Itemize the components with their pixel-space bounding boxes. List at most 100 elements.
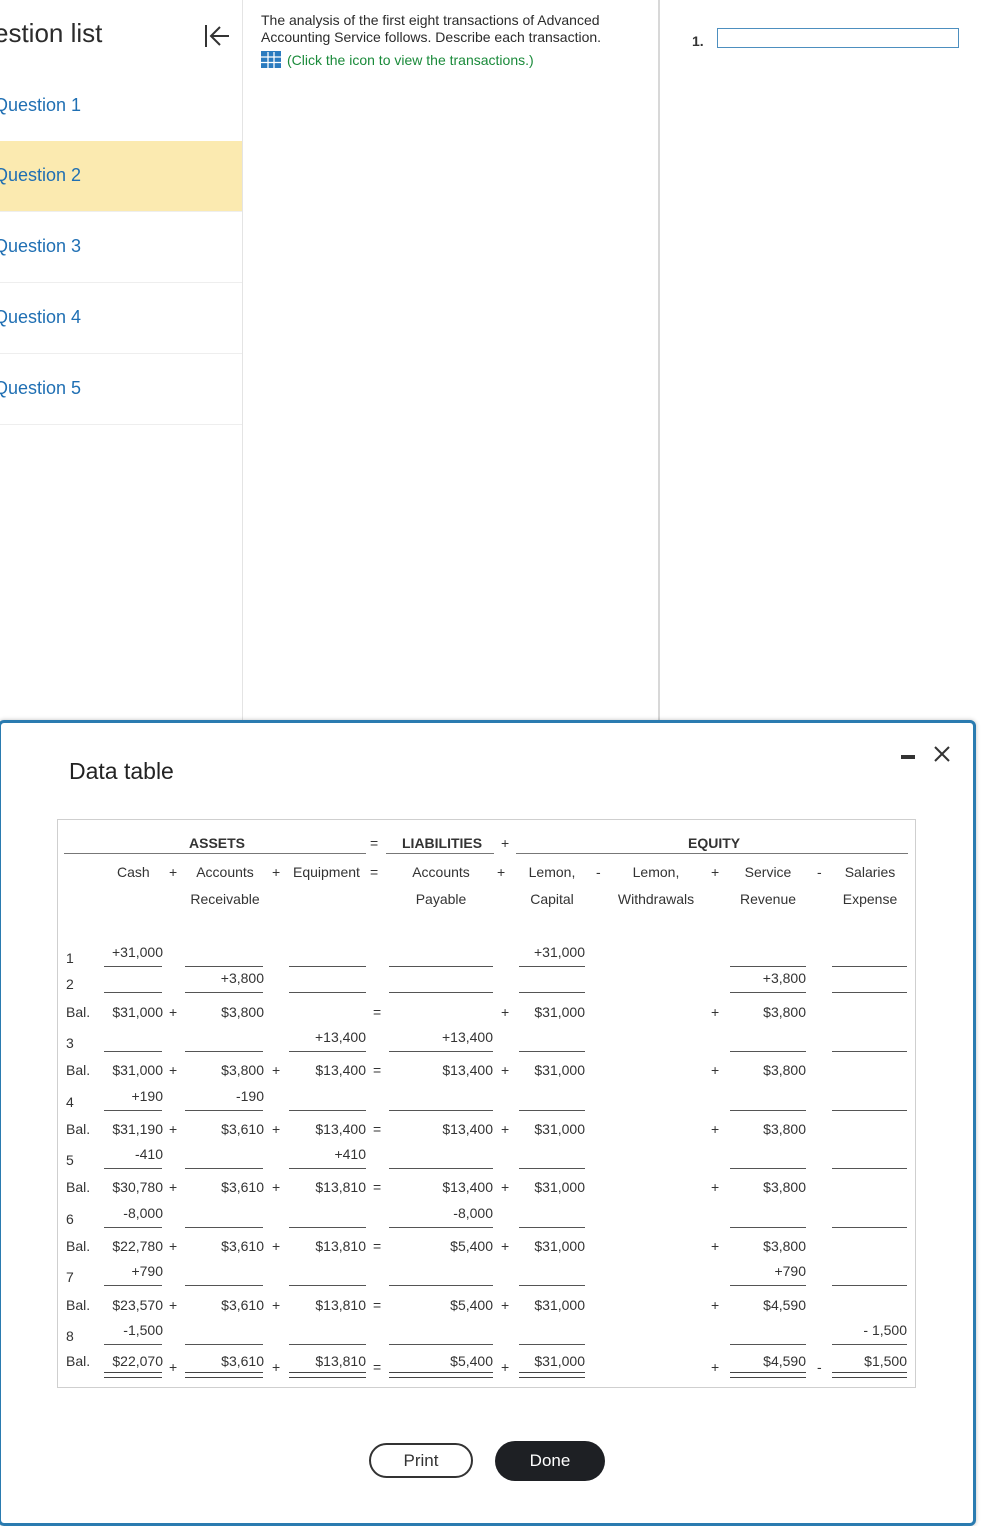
row-underline [730,1110,806,1111]
row-underline [104,1110,162,1111]
col-cash: Cash [117,864,150,880]
done-button[interactable]: Done [495,1441,605,1481]
sidebar-item-label: Question 2 [0,165,82,185]
row-underline [185,966,263,967]
row-underline [289,1110,366,1111]
row-underline [104,1168,162,1169]
row-underline [519,992,585,993]
total-underline [832,1372,907,1378]
op-plus: + [501,1179,510,1195]
row-underline [832,992,907,993]
plus-sign: + [501,835,510,851]
op-plus: + [711,1297,720,1313]
row-underline [389,992,493,993]
sidebar-item-label: Question 5 [0,378,82,398]
liabilities-header: LIABILITIES [402,835,483,851]
row-underline [730,1344,806,1345]
op-plus: + [272,1062,281,1078]
minimize-button[interactable] [899,751,917,763]
view-transactions-label: (Click the icon to view the transactions… [287,51,534,68]
close-icon [934,746,950,762]
op-plus: + [169,1062,178,1078]
cell-cash: +790 [131,1263,163,1279]
op-equals: = [373,1179,382,1195]
op-equals: = [373,1004,382,1020]
table-icon [261,51,281,68]
sidebar-item-question-2[interactable]: Question 2 [0,141,242,212]
question-list-sidebar: estion list Question 1 Question 2 Questi… [0,0,243,720]
sidebar-item-question-5[interactable]: Question 5 [0,354,242,425]
op-plus: + [711,1121,720,1137]
assets-underline [64,853,366,854]
op-plus: + [169,864,178,880]
assets-header: ASSETS [189,835,246,851]
cell-cap: $31,000 [534,1062,585,1078]
col-lemon-capital-2: Capital [530,891,574,907]
cell-equip: $13,810 [315,1353,366,1369]
col-accounts-receivable: Accounts [196,864,254,880]
cell-sal: $1,500 [864,1353,907,1369]
cell-cash: -410 [134,1146,163,1162]
sidebar-item-label: Question 1 [0,95,82,115]
row-underline [730,1285,806,1286]
op-plus: + [272,1121,281,1137]
sidebar-item-question-4[interactable]: Question 4 [0,283,242,354]
row-underline [104,1285,162,1286]
row-underline [185,1110,263,1111]
cell-rev: $3,800 [763,1004,806,1020]
row-underline [185,1168,263,1169]
op-plus: + [169,1121,178,1137]
row-underline [519,1051,585,1052]
row-underline [519,966,585,967]
cell-ap: -8,000 [453,1205,493,1221]
op-plus: + [501,1062,510,1078]
collapse-sidebar-button[interactable] [202,22,232,50]
data-table-modal: Data table ASSETS = LIABILITIES + EQUITY… [0,720,976,1526]
cell-rev: $3,800 [763,1238,806,1254]
row-underline [185,1051,263,1052]
op-plus: + [169,1297,178,1313]
op-plus: + [169,1004,178,1020]
sidebar-item-question-3[interactable]: Question 3 [0,212,242,283]
print-button[interactable]: Print [369,1443,473,1478]
answer-number: 1. [692,33,704,49]
cell-equip: +410 [334,1146,366,1162]
row-underline [730,1051,806,1052]
close-button[interactable] [931,743,953,765]
row-label: 2 [66,976,74,992]
row-underline [832,1051,907,1052]
row-underline [832,1285,907,1286]
op-plus: + [501,1238,510,1254]
cell-rev: $4,590 [763,1297,806,1313]
equity-underline [516,853,908,854]
row-underline [104,1051,162,1052]
op-plus: + [711,1238,720,1254]
cell-ar: -190 [235,1088,264,1104]
row-underline [289,992,366,993]
liabilities-underline [386,853,494,854]
sidebar-title: estion list [0,18,103,48]
cell-ap: +13,400 [442,1029,493,1045]
collapse-left-icon [205,25,229,47]
sidebar-item-question-1[interactable]: Question 1 [0,71,242,142]
cell-equip: $13,810 [315,1238,366,1254]
row-underline [519,1227,585,1228]
equals-sign: = [370,835,379,851]
col-accounts-payable: Accounts [412,864,470,880]
op-plus: + [272,864,281,880]
cell-cap: +31,000 [534,944,585,960]
cell-rev: +790 [774,1263,806,1279]
view-transactions-link[interactable]: (Click the icon to view the transactions… [261,51,534,68]
cell-cash: -1,500 [123,1322,163,1338]
row-underline [185,1227,263,1228]
op-minus: - [817,864,822,880]
op-plus: + [711,1062,720,1078]
answer-input[interactable] [717,28,959,48]
row-underline [832,1168,907,1169]
cell-cap: $31,000 [534,1121,585,1137]
total-underline [104,1372,162,1378]
row-underline [730,1227,806,1228]
cell-rev: $3,800 [763,1179,806,1195]
cell-rev: $3,800 [763,1062,806,1078]
cell-cap: $31,000 [534,1004,585,1020]
